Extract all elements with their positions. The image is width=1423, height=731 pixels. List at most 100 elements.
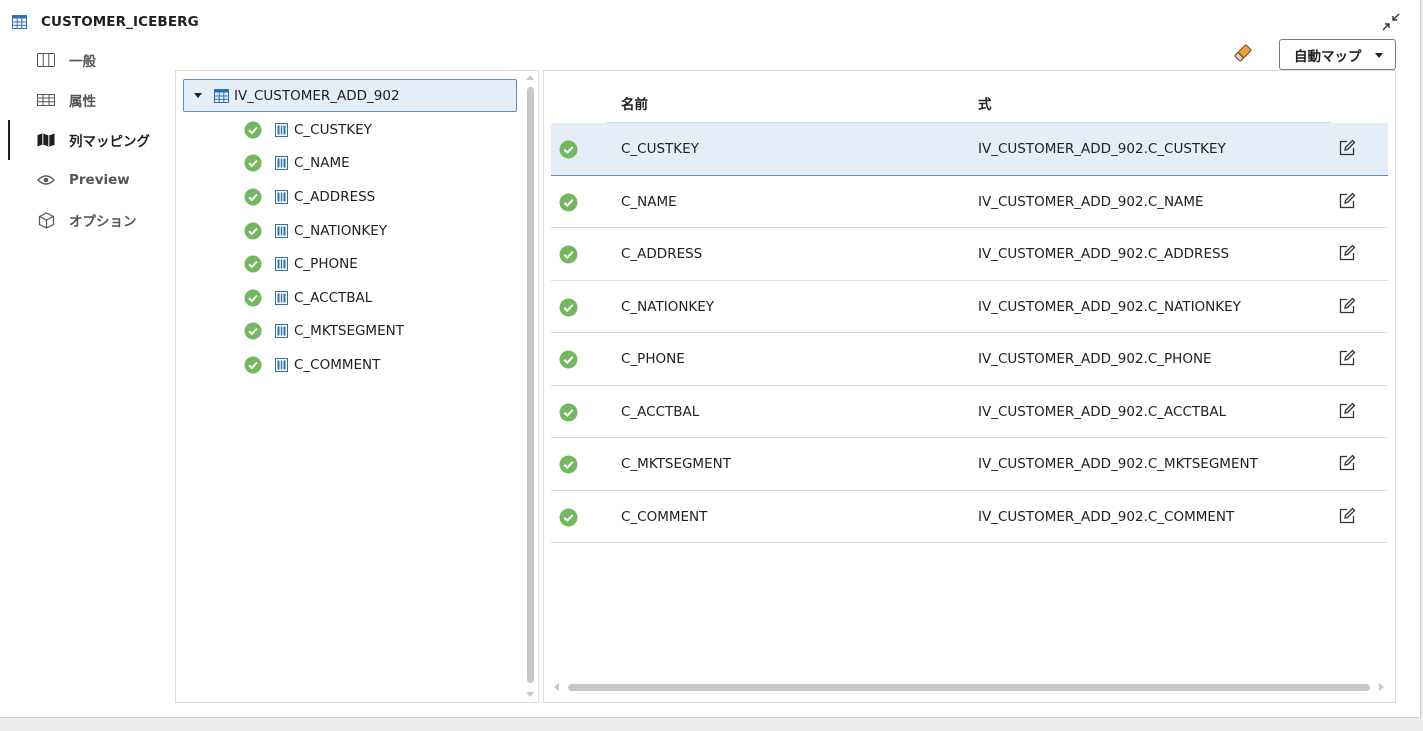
table-row[interactable]: C_ADDRESS IV_CUSTOMER_ADD_902.C_ADDRESS [551, 228, 1388, 281]
row-expression: IV_CUSTOMER_ADD_902.C_NAME [978, 193, 1204, 210]
tree-item-label: C_NAME [294, 155, 350, 172]
scroll-left-icon[interactable] [554, 683, 559, 691]
table-row[interactable]: C_COMMENT IV_CUSTOMER_ADD_902.C_COMMENT [551, 491, 1388, 543]
check-circle-icon [559, 350, 578, 369]
nav-item-label: 属性 [69, 94, 96, 110]
sidebar-nav: 一般 属性 列マッピング Preview オプション [0, 40, 170, 240]
column-icon [275, 290, 288, 305]
tree-root-node[interactable]: IV_CUSTOMER_ADD_902 [183, 79, 517, 112]
check-circle-icon [244, 356, 262, 374]
caret-down-icon[interactable] [194, 93, 202, 98]
row-name: C_COMMENT [621, 508, 708, 525]
check-circle-icon [559, 403, 578, 421]
table-row[interactable]: C_NAME IV_CUSTOMER_ADD_902.C_NAME [551, 176, 1388, 228]
table-body: C_CUSTKEY IV_CUSTOMER_ADD_902.C_CUSTKEY … [551, 123, 1388, 543]
check-circle-icon [559, 140, 578, 159]
table-icon [36, 92, 56, 108]
tree-item-label: C_ACCTBAL [294, 289, 373, 306]
check-circle-icon [244, 154, 262, 172]
tree-item[interactable]: C_NAME [244, 147, 404, 181]
table-icon [214, 88, 229, 103]
table-row[interactable]: C_NATIONKEY IV_CUSTOMER_ADD_902.C_NATION… [551, 281, 1388, 333]
edit-icon[interactable] [1338, 244, 1356, 262]
tree-item[interactable]: C_NATIONKEY [244, 214, 404, 248]
horizontal-scrollbar[interactable] [554, 683, 1384, 693]
edit-icon[interactable] [1338, 139, 1356, 157]
edit-icon[interactable] [1338, 349, 1356, 367]
nav-item-attributes[interactable]: 属性 [0, 80, 170, 120]
row-expression: IV_CUSTOMER_ADD_902.C_NATIONKEY [978, 298, 1241, 315]
edit-icon[interactable] [1338, 192, 1356, 210]
column-icon [275, 122, 288, 137]
column-icon [275, 357, 288, 372]
check-circle-icon [559, 245, 578, 264]
row-expression: IV_CUSTOMER_ADD_902.C_MKTSEGMENT [978, 456, 1258, 472]
row-name: C_ACCTBAL [621, 403, 700, 420]
window-title: CUSTOMER_ICEBERG [41, 14, 199, 30]
check-circle-icon [244, 188, 262, 206]
column-header-name[interactable]: 名前 [621, 93, 648, 113]
edit-icon[interactable] [1338, 454, 1356, 472]
row-name: C_PHONE [621, 351, 685, 367]
scrollbar-thumb[interactable] [568, 684, 1370, 691]
nav-item-column-mapping[interactable]: 列マッピング [0, 120, 170, 160]
nav-item-label: 一般 [69, 54, 96, 70]
nav-item-preview[interactable]: Preview [0, 160, 170, 200]
check-circle-icon [559, 298, 578, 316]
tree-item-label: C_MKTSEGMENT [294, 323, 404, 340]
edit-icon[interactable] [1338, 297, 1356, 315]
eye-icon [36, 172, 56, 188]
table-row[interactable]: C_PHONE IV_CUSTOMER_ADD_902.C_PHONE [551, 333, 1388, 386]
scrollbar-thumb[interactable] [527, 87, 534, 683]
column-icon [275, 324, 288, 339]
auto-map-button[interactable]: 自動マップ [1279, 39, 1396, 70]
row-name: C_CUSTKEY [621, 141, 699, 157]
tree-item[interactable]: C_MKTSEGMENT [244, 315, 404, 349]
row-expression: IV_CUSTOMER_ADD_902.C_ACCTBAL [978, 403, 1227, 420]
edit-icon[interactable] [1338, 507, 1356, 525]
vertical-scrollbar[interactable] [525, 75, 535, 697]
nav-item-label: 列マッピング [69, 134, 150, 150]
scroll-up-icon[interactable] [526, 75, 534, 80]
caret-down-icon [1375, 53, 1383, 58]
mapping-table-panel: 名前 式 C_CUSTKEY IV_CUSTOMER_ADD_902.C_CUS… [543, 70, 1396, 703]
map-icon [36, 132, 56, 148]
auto-map-label: 自動マップ [1294, 48, 1362, 65]
tree-root-label: IV_CUSTOMER_ADD_902 [234, 87, 400, 104]
tree-item[interactable]: C_COMMENT [244, 348, 404, 382]
edit-icon[interactable] [1338, 402, 1356, 420]
row-name: C_ADDRESS [621, 246, 703, 262]
dialog-window: CUSTOMER_ICEBERG 一般 属性 列マッピング Preview オプ… [0, 0, 1421, 718]
tree-item[interactable]: C_ADDRESS [244, 180, 404, 214]
check-circle-icon [559, 455, 578, 474]
tree-item[interactable]: C_CUSTKEY [244, 113, 404, 147]
row-expression: IV_CUSTOMER_ADD_902.C_PHONE [978, 351, 1212, 367]
tree-item[interactable]: C_PHONE [244, 247, 404, 281]
nav-item-options[interactable]: オプション [0, 200, 170, 240]
collapse-icon[interactable] [1382, 13, 1400, 31]
nav-item-general[interactable]: 一般 [0, 40, 170, 80]
table-row[interactable]: C_CUSTKEY IV_CUSTOMER_ADD_902.C_CUSTKEY [551, 123, 1388, 176]
tree-item[interactable]: C_ACCTBAL [244, 281, 404, 315]
tree-item-label: C_ADDRESS [294, 188, 376, 205]
tree-children: C_CUSTKEY C_NAME C_ADDRESS C_NATIONKEY C [244, 113, 404, 382]
column-icon [275, 156, 288, 171]
table-header: 名前 式 [551, 81, 1388, 123]
column-header-expression[interactable]: 式 [978, 93, 992, 113]
table-icon [12, 15, 27, 29]
row-expression: IV_CUSTOMER_ADD_902.C_ADDRESS [978, 246, 1230, 262]
check-circle-icon [559, 193, 578, 211]
nav-item-label: Preview [69, 172, 130, 188]
scroll-down-icon[interactable] [526, 692, 534, 697]
table-row[interactable]: C_MKTSEGMENT IV_CUSTOMER_ADD_902.C_MKTSE… [551, 438, 1388, 491]
column-icon [275, 223, 288, 238]
tree-item-label: C_NATIONKEY [294, 222, 388, 239]
row-expression: IV_CUSTOMER_ADD_902.C_CUSTKEY [978, 141, 1226, 157]
nav-item-label: オプション [69, 214, 137, 230]
scroll-right-icon[interactable] [1379, 683, 1384, 691]
check-circle-icon [244, 322, 262, 340]
eraser-icon[interactable] [1232, 42, 1254, 64]
table-row[interactable]: C_ACCTBAL IV_CUSTOMER_ADD_902.C_ACCTBAL [551, 386, 1388, 438]
tree-item-label: C_CUSTKEY [294, 121, 372, 138]
row-name: C_NATIONKEY [621, 298, 715, 315]
